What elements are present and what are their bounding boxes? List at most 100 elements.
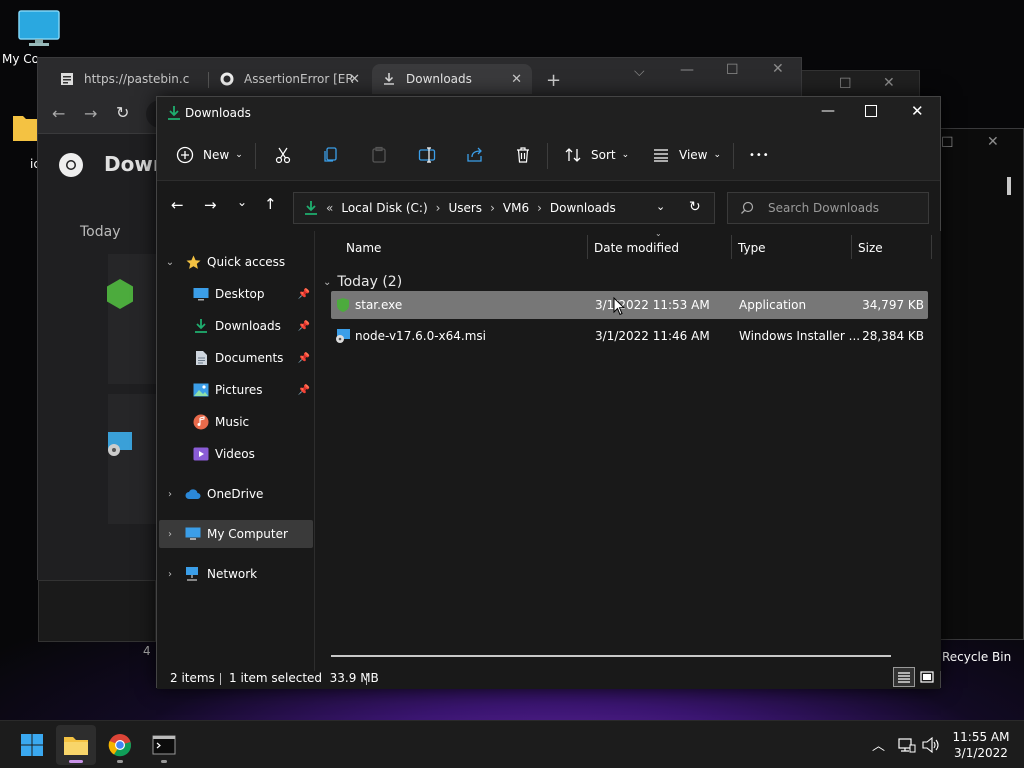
terminal-scrollbar[interactable] xyxy=(1007,177,1011,195)
nav-network[interactable]: › Network xyxy=(157,560,314,588)
pin-icon[interactable]: 📌 xyxy=(298,385,310,396)
maximize-icon[interactable]: ☐ xyxy=(839,76,852,92)
details-view-icon xyxy=(898,672,910,683)
details-view-button[interactable] xyxy=(893,667,915,687)
desktop-icon-recycle-bin[interactable]: Recycle Bin xyxy=(942,646,1012,664)
taskbar-chrome[interactable] xyxy=(100,725,140,765)
reload-icon[interactable]: ↻ xyxy=(116,103,129,122)
close-icon[interactable]: ✕ xyxy=(883,75,895,91)
breadcrumb-vm6[interactable]: VM6 xyxy=(503,201,529,215)
navigation-pane: ⌄ Quick access Desktop 📌 Downloads 📌 Doc… xyxy=(157,231,315,671)
column-header-size[interactable]: Size xyxy=(858,241,883,255)
column-header-date-modified[interactable]: Date modified xyxy=(594,241,679,255)
forward-icon[interactable]: → xyxy=(204,196,217,214)
chrome-tab-pastebin[interactable]: https://pastebin.c xyxy=(50,64,208,94)
pin-icon[interactable]: 📌 xyxy=(298,353,310,364)
minimize-icon[interactable]: — xyxy=(680,62,694,78)
chevron-right-icon[interactable]: › xyxy=(163,489,177,500)
maximize-icon[interactable]: ☐ xyxy=(726,62,739,78)
chevron-down-icon: ⌄ xyxy=(235,150,243,160)
close-icon[interactable]: ✕ xyxy=(987,134,999,150)
tiles-view-button[interactable] xyxy=(917,667,937,687)
address-dropdown-icon[interactable]: ⌄ xyxy=(656,200,665,213)
breadcrumb-separator-icon: › xyxy=(490,201,495,215)
cut-button[interactable] xyxy=(273,141,293,169)
column-header-type[interactable]: Type xyxy=(738,241,766,255)
tab-search-icon[interactable]: ⌵ xyxy=(634,64,645,80)
chevron-right-icon[interactable]: › xyxy=(163,529,177,540)
more-options-button[interactable]: ••• xyxy=(749,141,770,169)
nav-pictures[interactable]: Pictures 📌 xyxy=(157,376,314,404)
nav-onedrive[interactable]: › OneDrive xyxy=(157,480,314,508)
start-button[interactable] xyxy=(12,725,52,765)
column-divider[interactable] xyxy=(931,235,932,259)
close-icon[interactable]: ✕ xyxy=(911,102,924,120)
close-tab-icon[interactable]: ✕ xyxy=(349,72,360,87)
back-icon[interactable]: ← xyxy=(171,196,184,214)
column-divider[interactable] xyxy=(851,235,852,259)
column-header-name[interactable]: Name xyxy=(346,241,381,255)
up-icon[interactable]: ↑ xyxy=(264,195,277,213)
copy-button[interactable] xyxy=(321,141,341,169)
search-icon xyxy=(741,201,754,214)
breadcrumb-downloads[interactable]: Downloads xyxy=(550,201,616,215)
horizontal-scrollbar[interactable] xyxy=(331,655,891,657)
delete-button[interactable] xyxy=(513,141,533,169)
chrome-tab-title: Downloads xyxy=(406,72,472,86)
file-type: Windows Installer ... xyxy=(739,329,861,343)
share-button[interactable] xyxy=(465,141,485,169)
new-tab-button[interactable]: + xyxy=(546,70,561,91)
pin-icon[interactable]: 📌 xyxy=(298,321,310,332)
nav-documents[interactable]: Documents 📌 xyxy=(157,344,314,372)
explorer-titlebar[interactable]: Downloads — ✕ xyxy=(157,97,940,129)
file-row-node-msi[interactable]: node-v17.6.0-x64.msi 3/1/2022 11:46 AM W… xyxy=(331,322,928,350)
maximize-icon[interactable] xyxy=(865,105,877,117)
sort-button[interactable]: Sort ⌄ xyxy=(563,141,629,169)
nav-music[interactable]: Music xyxy=(157,408,314,436)
rename-button[interactable] xyxy=(417,141,437,169)
breadcrumb-users[interactable]: Users xyxy=(448,201,482,215)
column-divider[interactable] xyxy=(587,235,588,259)
view-button-label: View xyxy=(679,148,708,162)
group-header-today[interactable]: ⌄ Today (2) xyxy=(323,271,402,293)
volume-icon[interactable] xyxy=(922,737,940,753)
back-icon[interactable]: ← xyxy=(52,104,65,123)
column-divider[interactable] xyxy=(731,235,732,259)
breadcrumb-local-disk[interactable]: Local Disk (C:) xyxy=(341,201,427,215)
breadcrumb-overflow-icon[interactable]: « xyxy=(326,201,333,215)
nav-videos[interactable]: Videos xyxy=(157,440,314,468)
network-tray-icon[interactable] xyxy=(898,737,916,753)
maximize-icon[interactable]: ☐ xyxy=(941,135,954,151)
forward-icon[interactable]: → xyxy=(84,104,97,123)
background-status-text: 4 xyxy=(143,644,151,658)
videos-icon xyxy=(193,446,209,462)
show-hidden-icons-chevron-icon[interactable]: ︿ xyxy=(872,735,885,754)
nav-my-computer[interactable]: › My Computer xyxy=(159,520,313,548)
computer-icon xyxy=(185,526,201,542)
folder-icon xyxy=(64,737,88,755)
minimize-icon[interactable]: — xyxy=(821,103,835,119)
pin-icon[interactable]: 📌 xyxy=(298,289,310,300)
chrome-tab-downloads[interactable]: Downloads ✕ xyxy=(372,64,532,94)
nav-downloads[interactable]: Downloads 📌 xyxy=(157,312,314,340)
address-bar[interactable]: « Local Disk (C:) › Users › VM6 › Downlo… xyxy=(293,192,715,224)
taskbar-file-explorer[interactable] xyxy=(56,725,96,765)
chrome-tab-assertion-error[interactable]: AssertionError [ER ✕ xyxy=(210,64,370,94)
desktop-icon-folder[interactable] xyxy=(10,110,40,147)
taskbar-terminal[interactable] xyxy=(144,725,184,765)
search-box[interactable]: Search Downloads xyxy=(727,192,929,224)
chevron-right-icon[interactable]: › xyxy=(163,569,177,580)
close-tab-icon[interactable]: ✕ xyxy=(511,72,522,87)
clock[interactable]: 11:55 AM 3/1/2022 xyxy=(948,729,1014,761)
nav-desktop[interactable]: Desktop 📌 xyxy=(157,280,314,308)
file-explorer-window[interactable]: Downloads — ✕ New ⌄ Sort ⌄ View ⌄ ••• ← … xyxy=(156,96,941,689)
new-button[interactable]: New ⌄ xyxy=(175,141,243,169)
close-icon[interactable]: ✕ xyxy=(772,61,784,77)
paste-button[interactable] xyxy=(369,141,389,169)
chevron-down-icon[interactable]: ⌄ xyxy=(163,257,177,268)
nav-quick-access[interactable]: ⌄ Quick access xyxy=(157,248,314,276)
recent-locations-icon[interactable]: ⌄ xyxy=(237,195,247,209)
view-button[interactable]: View ⌄ xyxy=(651,141,721,169)
refresh-icon[interactable]: ↻ xyxy=(689,199,701,215)
file-row-star-exe[interactable]: star.exe 3/1/2022 11:53 AM Application 3… xyxy=(331,291,928,319)
